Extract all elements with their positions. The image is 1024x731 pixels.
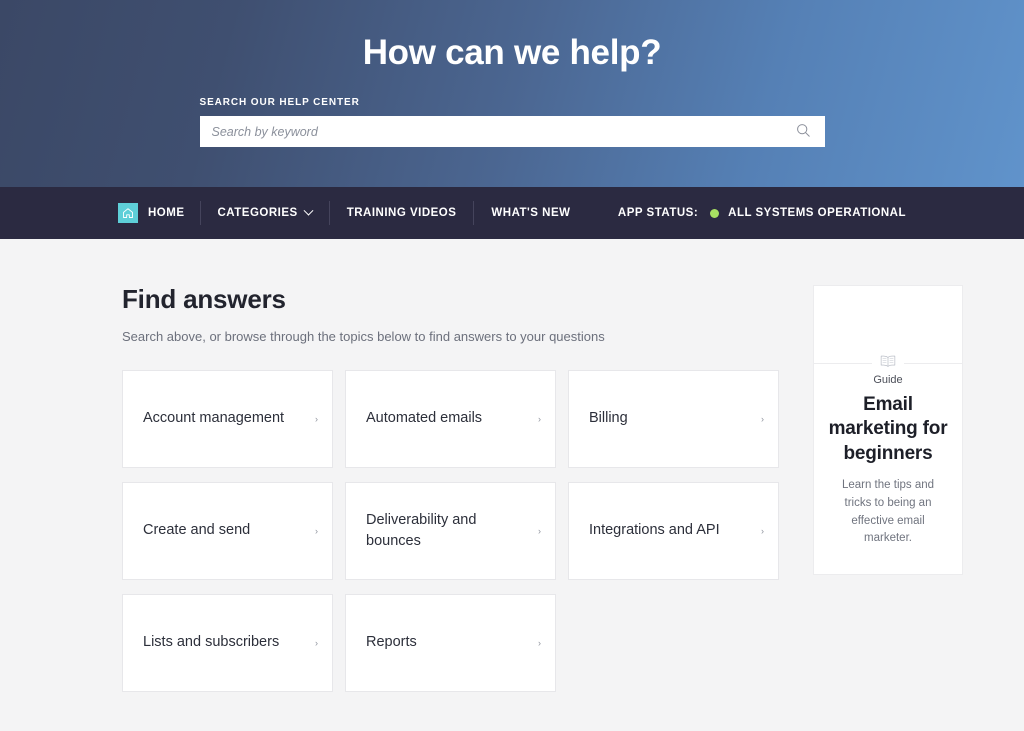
topic-card-label: Create and send: [143, 522, 251, 539]
topic-card-lists-and-subscribers[interactable]: Lists and subscribers ›: [122, 594, 333, 692]
nav-item-label: TRAINING VIDEOS: [346, 207, 457, 219]
home-icon: [118, 203, 138, 223]
search-section: SEARCH OUR HELP CENTER: [199, 97, 825, 147]
search-input[interactable]: [199, 116, 783, 147]
chevron-right-icon: ›: [761, 414, 764, 424]
search-label: SEARCH OUR HELP CENTER: [199, 97, 360, 108]
guide-promo-card[interactable]: Guide Email marketing for beginners Lear…: [813, 285, 963, 576]
chevron-right-icon: ›: [538, 414, 541, 424]
open-book-icon: [872, 348, 904, 374]
nav-item-label: HOME: [148, 207, 185, 219]
topic-card-grid: Account management › Automated emails › …: [122, 370, 780, 692]
nav-item-label: CATEGORIES: [217, 207, 298, 219]
guide-title: Email marketing for beginners: [828, 394, 948, 464]
topic-card-label: Integrations and API: [589, 522, 720, 539]
topic-card-billing[interactable]: Billing ›: [568, 370, 779, 468]
app-status[interactable]: APP STATUS: ALL SYSTEMS OPERATIONAL: [618, 207, 906, 219]
chevron-down-icon: [303, 205, 314, 216]
nav-item-label: WHAT'S NEW: [491, 207, 571, 219]
app-status-label: APP STATUS:: [617, 207, 699, 219]
chevron-right-icon: ›: [538, 526, 541, 536]
topic-card-label: Account management: [143, 410, 285, 427]
chevron-right-icon: ›: [315, 414, 318, 424]
topic-card-label: Billing: [589, 410, 628, 427]
status-indicator-dot: [710, 208, 720, 218]
topic-card-label: Deliverability and bounces: [366, 511, 477, 549]
guide-kicker: Guide: [873, 374, 903, 386]
nav-item-whats-new[interactable]: WHAT'S NEW: [474, 201, 587, 225]
page-title: Find answers: [122, 284, 286, 314]
search-icon: [796, 123, 811, 141]
search-submit-button[interactable]: [783, 116, 825, 147]
topic-card-account-management[interactable]: Account management ›: [122, 370, 333, 468]
nav-item-categories[interactable]: CATEGORIES: [201, 201, 330, 225]
chevron-right-icon: ›: [315, 638, 318, 648]
topic-card-deliverability-and-bounces[interactable]: Deliverability and bounces ›: [345, 482, 556, 580]
chevron-right-icon: ›: [761, 526, 764, 536]
topic-card-automated-emails[interactable]: Automated emails ›: [345, 370, 556, 468]
search-box[interactable]: [199, 116, 825, 147]
chevron-right-icon: ›: [538, 638, 541, 648]
topic-card-label: Automated emails: [366, 410, 483, 427]
nav-item-training-videos[interactable]: TRAINING VIDEOS: [330, 201, 475, 225]
guide-description: Learn the tips and tricks to being an ef…: [841, 478, 935, 545]
topic-card-reports[interactable]: Reports ›: [345, 594, 556, 692]
main-navigation: HOME CATEGORIES TRAINING VIDEOS WHAT'S N…: [0, 187, 1024, 239]
topic-card-integrations-and-api[interactable]: Integrations and API ›: [568, 482, 779, 580]
topics-column: Find answers Search above, or browse thr…: [122, 284, 780, 692]
nav-links: HOME CATEGORIES TRAINING VIDEOS WHAT'S N…: [118, 201, 588, 225]
hero-banner: How can we help? SEARCH OUR HELP CENTER: [0, 0, 1024, 187]
page-subtitle: Search above, or browse through the topi…: [122, 329, 605, 344]
topic-card-label: Lists and subscribers: [143, 634, 280, 651]
main-content: Find answers Search above, or browse thr…: [0, 239, 1024, 692]
page-heading: How can we help?: [362, 33, 662, 72]
chevron-right-icon: ›: [315, 526, 318, 536]
nav-item-home[interactable]: HOME: [118, 201, 201, 225]
topic-card-create-and-send[interactable]: Create and send ›: [122, 482, 333, 580]
app-status-value: ALL SYSTEMS OPERATIONAL: [728, 207, 906, 219]
topic-card-label: Reports: [366, 634, 417, 651]
